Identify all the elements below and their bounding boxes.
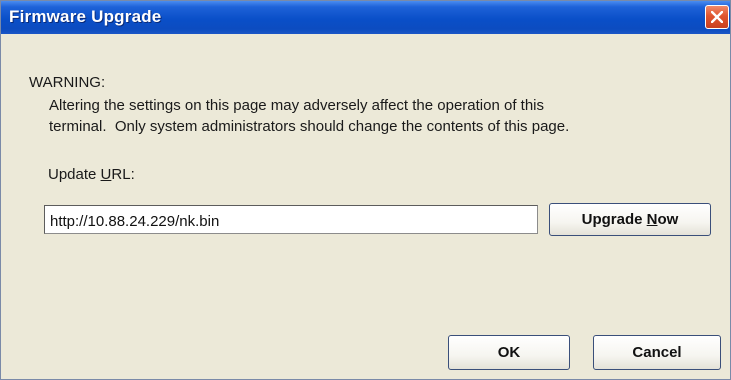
warning-message: Altering the settings on this page may a… — [49, 95, 719, 137]
update-url-label-accesskey: U — [100, 166, 112, 183]
upgrade-now-accesskey: N — [646, 211, 658, 228]
upgrade-now-prefix: Upgrade — [581, 211, 647, 228]
update-url-input[interactable] — [44, 205, 538, 234]
window-title: Firmware Upgrade — [9, 7, 162, 26]
cancel-button[interactable]: Cancel — [593, 335, 721, 370]
upgrade-now-button[interactable]: Upgrade Now — [549, 203, 711, 236]
warning-line-1: Altering the settings on this page may a… — [49, 97, 545, 114]
update-url-label-suffix: RL: — [111, 166, 135, 183]
update-url-label-prefix: Update — [48, 166, 101, 183]
update-url-label: Update URL: — [48, 166, 135, 183]
title-bar[interactable]: Firmware Upgrade — [1, 1, 730, 34]
warning-line-2: terminal. Only system administrators sho… — [49, 118, 570, 135]
firmware-upgrade-dialog: Firmware Upgrade WARNING: Altering the s… — [0, 0, 731, 380]
close-icon — [711, 11, 723, 23]
ok-button[interactable]: OK — [448, 335, 570, 370]
close-button[interactable] — [705, 5, 729, 29]
upgrade-now-suffix: ow — [657, 211, 679, 228]
warning-heading: WARNING: — [29, 74, 106, 91]
